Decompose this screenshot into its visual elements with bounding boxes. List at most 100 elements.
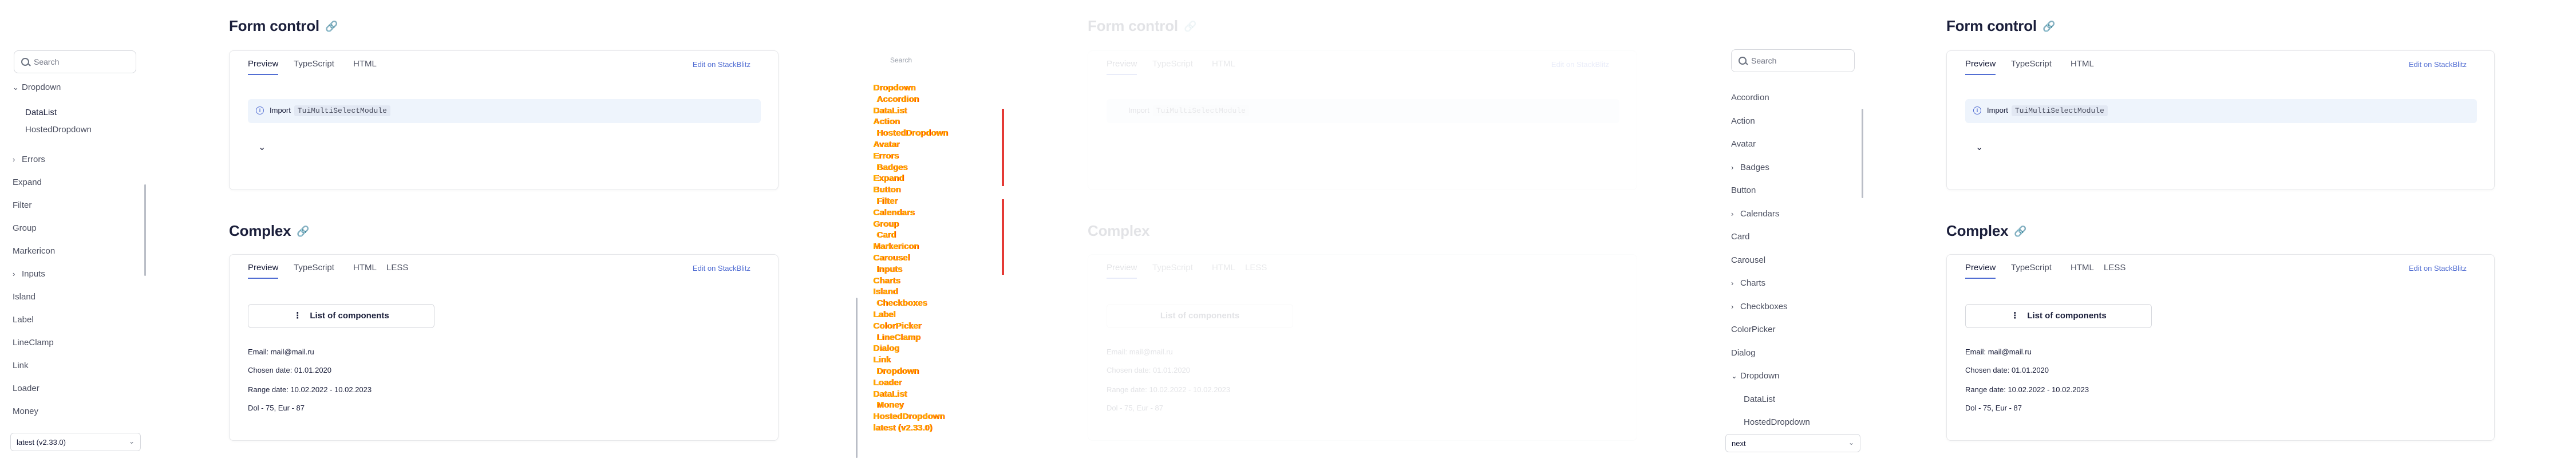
glitched-nav-text: Accordion	[876, 94, 919, 104]
glitched-nav-text: Avatar	[873, 140, 900, 149]
tab-preview[interactable]: Preview	[248, 263, 279, 279]
example-card-form-control: Preview TypeScript HTML Edit on StackBli…	[229, 50, 779, 190]
sidebar-scrollbar[interactable]	[1862, 109, 1863, 198]
import-label: Import	[270, 106, 291, 114]
expand-chevron-icon[interactable]: ⌄	[1976, 141, 1983, 153]
sidebar-item-label: Button	[1731, 185, 1756, 195]
edit-on-stackblitz-link[interactable]: Edit on StackBlitz	[693, 264, 750, 273]
anchor-link-icon[interactable]: 🔗	[325, 21, 338, 33]
sidebar-item[interactable]: Label	[13, 315, 34, 325]
more-vertical-icon: ⋮	[2010, 311, 2020, 321]
sidebar-item-label: HostedDropdown	[1744, 417, 1810, 427]
sidebar-item[interactable]: Action	[1731, 116, 1755, 126]
glitched-nav-text: Card	[876, 230, 896, 240]
sidebar-item-label: Errors	[22, 155, 45, 164]
anchor-link-icon[interactable]: 🔗	[2014, 226, 2026, 238]
sidebar-scrollbar[interactable]	[144, 184, 146, 276]
list-of-components-button[interactable]: ⋮ List of components	[1965, 304, 2152, 328]
sidebar-item-label: Card	[1731, 232, 1750, 242]
chevron-down-icon: ⌄	[13, 83, 19, 92]
tab-less[interactable]: LESS	[2104, 263, 2125, 273]
tab-typescript[interactable]: TypeScript	[2011, 59, 2052, 69]
tab-less[interactable]: LESS	[386, 263, 408, 273]
tab-typescript[interactable]: TypeScript	[2011, 263, 2052, 273]
import-label: Import	[1987, 106, 2008, 114]
sidebar-item-label: Avatar	[1731, 139, 1756, 149]
sidebar-item[interactable]: DataList	[25, 108, 57, 117]
glitched-nav-text: Expand	[873, 173, 904, 184]
version-select-value: latest (v2.33.0)	[17, 438, 66, 447]
sidebar-item[interactable]: Button	[1731, 185, 1756, 195]
sidebar-item-label: Charts	[1740, 278, 1766, 288]
tab-typescript[interactable]: TypeScript	[294, 59, 334, 69]
sidebar-item[interactable]: LineClamp	[13, 338, 54, 348]
sidebar-item-label: Link	[13, 361, 29, 370]
sidebar-item[interactable]: › Charts	[1731, 278, 1765, 288]
sidebar-item[interactable]: HostedDropdown	[25, 125, 92, 135]
version-select[interactable]: next ⌄	[1725, 434, 1860, 452]
sidebar-item-label: Markericon	[13, 246, 56, 256]
import-label: Import	[1128, 106, 1149, 114]
sidebar-item[interactable]: Avatar	[1731, 139, 1756, 149]
list-button-label: List of components	[310, 311, 389, 321]
sidebar-item[interactable]: Money	[13, 406, 38, 416]
sidebar-item[interactable]: Card	[1731, 232, 1750, 242]
search-field[interactable]: Search	[1731, 49, 1855, 72]
sidebar-item[interactable]: Dialog	[1731, 348, 1756, 358]
edit-on-stackblitz-link[interactable]: Edit on StackBlitz	[2409, 264, 2467, 273]
sidebar-item-label: Filter	[13, 200, 32, 210]
tab-preview[interactable]: Preview	[1965, 59, 1996, 75]
module-name-code: TuiMultiSelectModule	[294, 105, 390, 116]
sidebar-item[interactable]: Carousel	[1731, 255, 1765, 265]
sidebar-item-label: Loader	[13, 384, 39, 393]
glitch-red-bar-bottom	[1002, 199, 1004, 275]
glitched-nav-text: Button	[873, 185, 901, 195]
tab-preview[interactable]: Preview	[248, 59, 279, 75]
sidebar-item[interactable]: DataList	[1744, 394, 1775, 404]
glitched-nav-text: Filter	[876, 196, 898, 206]
expand-chevron-icon[interactable]: ⌄	[258, 141, 266, 153]
sidebar-item[interactable]: ⌄ Dropdown	[13, 82, 61, 92]
sidebar-item[interactable]: ⌄ Dropdown	[1731, 371, 1779, 381]
sidebar-item[interactable]: Expand	[13, 177, 42, 187]
range-date-value: Range date: 10.02.2022 - 10.02.2023	[1107, 385, 1231, 394]
money-value: Dol - 75, Eur - 87	[1965, 404, 2022, 412]
sidebar-item[interactable]: Markericon	[13, 246, 55, 256]
tab-html[interactable]: HTML	[353, 263, 377, 273]
edit-on-stackblitz-link[interactable]: Edit on StackBlitz	[693, 60, 750, 69]
edit-on-stackblitz-link[interactable]: Edit on StackBlitz	[2409, 60, 2467, 69]
sidebar-item[interactable]: › Badges	[1731, 163, 1769, 172]
tab-html[interactable]: HTML	[353, 59, 377, 69]
sidebar-item[interactable]: Loader	[13, 384, 39, 393]
sidebar-item[interactable]: Accordion	[1731, 93, 1769, 102]
tab-preview[interactable]: Preview	[1965, 263, 1996, 279]
list-of-components-button[interactable]: ⋮ List of components	[248, 304, 434, 328]
sidebar-item[interactable]: › Inputs	[13, 269, 45, 279]
sidebar-item[interactable]: Filter	[13, 200, 31, 210]
tab-html: HTML	[1212, 59, 1235, 69]
glitch-red-bar-top	[1002, 109, 1004, 186]
sidebar-item[interactable]: ColorPicker	[1731, 325, 1776, 334]
tab-typescript[interactable]: TypeScript	[294, 263, 334, 273]
search-field[interactable]: Search	[14, 50, 136, 73]
sidebar-item[interactable]: › Checkboxes	[1731, 302, 1788, 311]
sidebar-item-label: HostedDropdown	[25, 125, 92, 135]
section-title-text: Complex	[1946, 222, 2009, 239]
list-button-label: List of components	[2027, 311, 2107, 321]
sidebar-item[interactable]: Group	[13, 223, 37, 233]
import-text: Import TuiMultiSelectModule	[1128, 105, 1249, 116]
anchor-link-icon[interactable]: 🔗	[2042, 21, 2055, 33]
sidebar-item[interactable]: Link	[13, 361, 29, 370]
sidebar-item[interactable]: › Errors	[13, 155, 45, 164]
version-select[interactable]: latest (v2.33.0) ⌄	[10, 433, 141, 451]
tab-html[interactable]: HTML	[2071, 263, 2094, 273]
anchor-link-icon[interactable]: 🔗	[297, 226, 309, 238]
sidebar-item[interactable]: › Calendars	[1731, 209, 1779, 219]
tab-html[interactable]: HTML	[2071, 59, 2094, 69]
sidebar-item[interactable]: HostedDropdown	[1744, 417, 1810, 427]
sidebar-item-label: Action	[1731, 116, 1755, 126]
tab-less: LESS	[1245, 263, 1267, 273]
sidebar-item-label: Dialog	[1731, 348, 1756, 358]
import-notice: Import TuiMultiSelectModule	[1107, 99, 1619, 123]
sidebar-item[interactable]: Island	[13, 292, 35, 302]
